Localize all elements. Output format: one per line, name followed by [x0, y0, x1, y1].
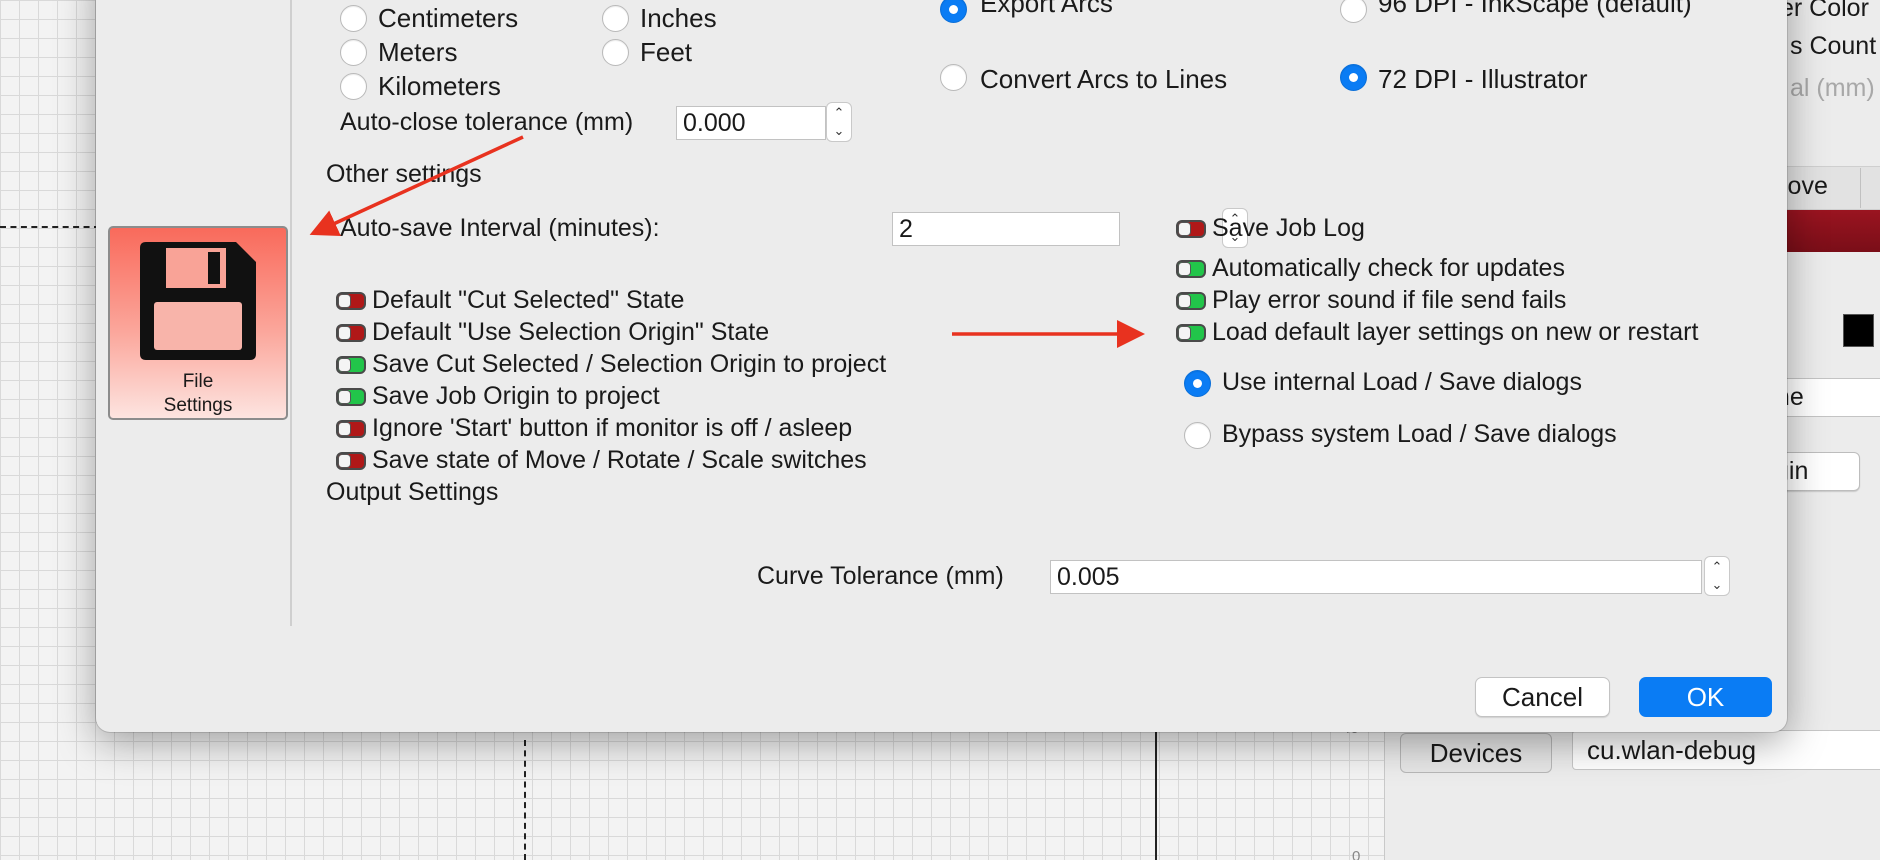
toggle-label-save-transform-switches: Save state of Move / Rotate / Scale swit…	[372, 446, 867, 474]
radio-dpi-illustrator[interactable]	[1340, 64, 1367, 91]
chevron-up-icon[interactable]: ⌃	[1705, 558, 1729, 576]
curve-tolerance-stepper[interactable]: ⌃ ⌄	[1704, 556, 1730, 596]
auto-close-tolerance-label: Auto-close tolerance (mm)	[340, 108, 634, 136]
radio-label-centimeters: Centimeters	[378, 3, 519, 33]
port-selector[interactable]: cu.wlan-debug	[1572, 730, 1880, 770]
file-settings-label: File Settings	[163, 371, 233, 416]
radio-meters[interactable]	[340, 39, 367, 66]
radio-convert-arcs[interactable]	[940, 64, 967, 91]
canvas-dashed-guide	[0, 226, 100, 228]
radio-dpi-inkscape[interactable]	[1340, 0, 1367, 23]
toggle-save-job-log[interactable]	[1176, 220, 1206, 238]
chevron-down-icon[interactable]: ⌄	[827, 122, 851, 140]
toggle-label-default-use-selection-origin: Default "Use Selection Origin" State	[372, 318, 770, 346]
curve-tolerance-input[interactable]: 0.005	[1050, 560, 1702, 594]
radio-centimeters[interactable]	[340, 5, 367, 32]
radio-label-internal-dialogs: Use internal Load / Save dialogs	[1222, 368, 1582, 396]
curve-tolerance-label: Curve Tolerance (mm)	[757, 562, 1004, 590]
tab-move[interactable]: love	[1782, 172, 1828, 201]
radio-label-export-arcs: Export Arcs	[980, 0, 1113, 18]
radio-label-kilometers: Kilometers	[378, 71, 501, 101]
ruler-label: 0	[1352, 848, 1361, 860]
other-settings-heading: Other settings	[326, 160, 482, 188]
auto-close-tolerance-input[interactable]: 0.000	[676, 106, 826, 140]
sidebar-divider	[290, 0, 292, 626]
color-swatch[interactable]	[1843, 314, 1874, 347]
toggle-load-default-layer-settings[interactable]	[1176, 324, 1206, 342]
toggle-label-save-job-origin: Save Job Origin to project	[372, 382, 660, 410]
color-column-label: er Color	[1780, 0, 1869, 22]
radio-label-meters: Meters	[378, 37, 458, 67]
toggle-label-error-sound: Play error sound if file send fails	[1212, 286, 1567, 314]
auto-save-interval-label: Auto-save Interval (minutes):	[340, 214, 660, 242]
toggle-label-default-cut-selected: Default "Cut Selected" State	[372, 286, 685, 314]
chevron-up-icon[interactable]: ⌃	[827, 104, 851, 122]
radio-internal-dialogs[interactable]	[1184, 370, 1211, 397]
toggle-check-updates[interactable]	[1176, 260, 1206, 278]
radio-export-arcs[interactable]	[940, 0, 967, 23]
settings-dialog: File Settings Centimeters Meters Kilomet…	[96, 0, 1787, 732]
file-settings-tab[interactable]: File Settings	[108, 226, 288, 420]
radio-inches[interactable]	[602, 5, 629, 32]
toggle-default-cut-selected[interactable]	[336, 292, 366, 310]
toggle-save-transform-switches[interactable]	[336, 452, 366, 470]
floppy-disk-icon	[140, 242, 256, 360]
toggle-default-use-selection-origin[interactable]	[336, 324, 366, 342]
radio-kilometers[interactable]	[340, 73, 367, 100]
output-settings-heading: Output Settings	[326, 478, 499, 506]
radio-label-inches: Inches	[640, 3, 717, 33]
toggle-ignore-start-button[interactable]	[336, 420, 366, 438]
toggle-label-ignore-start-button: Ignore 'Start' button if monitor is off …	[372, 414, 853, 442]
auto-close-tolerance-stepper[interactable]: ⌃ ⌄	[826, 102, 852, 142]
radio-label-dpi-illustrator: 72 DPI - Illustrator	[1378, 64, 1588, 94]
toggle-save-job-origin[interactable]	[336, 388, 366, 406]
cancel-button[interactable]: Cancel	[1475, 677, 1610, 717]
toggle-error-sound[interactable]	[1176, 292, 1206, 310]
devices-button[interactable]: Devices	[1400, 733, 1552, 773]
radio-bypass-dialogs[interactable]	[1184, 422, 1211, 449]
canvas-boundary-line	[1155, 730, 1157, 860]
count-column-label: s Count	[1790, 32, 1877, 60]
canvas-dashed-guide	[524, 740, 526, 860]
auto-save-interval-input[interactable]: 2	[892, 212, 1120, 246]
toggle-label-check-updates: Automatically check for updates	[1212, 254, 1565, 282]
interval-column-label: al (mm)	[1790, 74, 1875, 102]
radio-label-dpi-inkscape: 96 DPI - InkScape (default)	[1378, 0, 1692, 18]
chevron-down-icon[interactable]: ⌄	[1705, 576, 1729, 594]
radio-label-feet: Feet	[640, 37, 693, 67]
toggle-label-save-cut-selected-to-project: Save Cut Selected / Selection Origin to …	[372, 350, 887, 378]
toggle-save-cut-selected-to-project[interactable]	[336, 356, 366, 374]
radio-label-convert-arcs: Convert Arcs to Lines	[980, 64, 1228, 94]
toggle-label-save-job-log: Save Job Log	[1212, 214, 1365, 242]
ok-button[interactable]: OK	[1639, 677, 1772, 717]
radio-feet[interactable]	[602, 39, 629, 66]
radio-label-bypass-dialogs: Bypass system Load / Save dialogs	[1222, 420, 1617, 448]
tab-divider	[1860, 168, 1861, 208]
toggle-label-load-default-layer-settings: Load default layer settings on new or re…	[1212, 318, 1699, 346]
